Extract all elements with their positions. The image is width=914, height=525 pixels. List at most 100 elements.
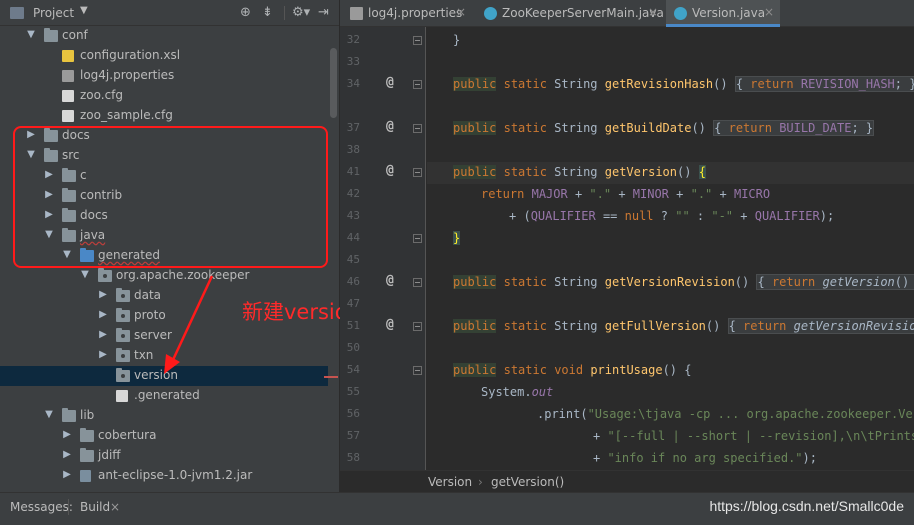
collapse-arrow-icon[interactable]: ▶: [98, 309, 108, 320]
tree-item-label: .generated: [134, 388, 200, 402]
annotation-highlight-box: [13, 126, 328, 268]
override-marker-icon[interactable]: @: [386, 119, 394, 134]
close-icon[interactable]: ×: [456, 5, 466, 19]
tree-item-label: zoo.cfg: [80, 88, 124, 102]
override-marker-icon[interactable]: @: [386, 317, 394, 332]
package-icon: [116, 348, 130, 362]
code-line: + "[--full | --short | --revision],\n\tP…: [593, 429, 914, 443]
package-icon: [116, 328, 130, 342]
close-icon[interactable]: ×: [764, 5, 774, 19]
tree-item-generated[interactable]: .generated: [0, 386, 328, 406]
fold-icon[interactable]: [413, 80, 422, 89]
code-line: .print("Usage:\tjava -cp ... org.apache.…: [537, 407, 914, 421]
tree-item-lib[interactable]: ▼ lib: [0, 406, 328, 426]
watermark: https://blog.csdn.net/Smallc0de: [709, 498, 904, 514]
fold-icon[interactable]: [413, 124, 422, 133]
class-icon: [484, 7, 497, 20]
fold-icon[interactable]: [413, 322, 422, 331]
line-number: 41: [346, 165, 360, 178]
collapse-arrow-icon[interactable]: ▶: [62, 469, 72, 480]
collapse-arrow-icon[interactable]: ▶: [62, 429, 72, 440]
tree-item-conf[interactable]: ▼ conf: [0, 26, 328, 46]
project-view-selector[interactable]: Project: [33, 6, 74, 20]
tree-item-configuration-xsl[interactable]: configuration.xsl: [0, 46, 328, 66]
line-number: 44: [346, 231, 360, 244]
selection-marker: [324, 376, 338, 378]
project-icon: [10, 7, 24, 19]
collapse-arrow-icon[interactable]: ▶: [98, 289, 108, 300]
code-line: public static void printUsage() {: [453, 363, 692, 377]
expand-arrow-icon[interactable]: ▼: [80, 269, 90, 280]
hide-panel-icon[interactable]: ⇥: [318, 5, 329, 20]
tree-item-zoo-cfg[interactable]: zoo.cfg: [0, 86, 328, 106]
line-number: 51: [346, 319, 360, 332]
tree-scrollbar[interactable]: [330, 48, 337, 118]
collapse-all-icon[interactable]: ⇟: [262, 5, 273, 20]
tab-build[interactable]: Build: [80, 500, 110, 514]
code-line: }: [453, 231, 461, 245]
line-number: 47: [346, 297, 360, 310]
tree-item-label: jdiff: [98, 448, 121, 462]
project-panel-header: Project ▼ ⊕ ⇟ ⚙▾ ⇥: [0, 0, 339, 26]
tree-item-jdiff[interactable]: ▶ jdiff: [0, 446, 328, 466]
code-line: public static String getFullVersion() { …: [427, 318, 914, 334]
package-icon: [98, 268, 112, 282]
editor-tabs: log4j.properties × ZooKeeperServerMain.j…: [340, 0, 914, 27]
collapse-arrow-icon[interactable]: ▶: [98, 329, 108, 340]
line-number: 46: [346, 275, 360, 288]
fold-icon[interactable]: [413, 366, 422, 375]
line-number: 57: [346, 429, 360, 442]
tree-item-ant-eclipse-1-0-jvm1-2-jar[interactable]: ▶ ant-eclipse-1.0-jvm1.2.jar: [0, 466, 328, 486]
fold-icon[interactable]: [413, 36, 422, 45]
tree-item-label: zoo_sample.cfg: [80, 108, 173, 122]
fold-icon[interactable]: [413, 168, 422, 177]
tab-label: ZooKeeperServerMain.java: [502, 6, 664, 20]
bottom-bar-divider: [68, 499, 69, 515]
annotation-arrow: [164, 275, 214, 374]
tree-item-zoo-sample-cfg[interactable]: zoo_sample.cfg: [0, 106, 328, 126]
code-line: }: [453, 33, 461, 47]
line-number: 58: [346, 451, 360, 464]
code-editor[interactable]: } public static String getRevisionHash() …: [427, 27, 914, 470]
tab-version-java[interactable]: Version.java ×: [666, 0, 780, 27]
collapse-arrow-icon[interactable]: ▶: [98, 349, 108, 360]
chevron-down-icon[interactable]: ▼: [80, 5, 88, 16]
tree-item-label: cobertura: [98, 428, 157, 442]
tab-zookeeperservermain[interactable]: ZooKeeperServerMain.java ×: [476, 0, 666, 27]
messages-label: Messages:: [10, 500, 73, 514]
code-line: return MAJOR + "." + MINOR + "." + MICRO: [481, 187, 771, 201]
tab-log4j-properties[interactable]: log4j.properties ×: [340, 0, 476, 27]
breadcrumb: Version › getVersion(): [340, 470, 914, 492]
breadcrumb-method[interactable]: getVersion(): [491, 475, 564, 489]
expand-arrow-icon[interactable]: ▼: [44, 409, 54, 420]
tool-window-bar: Messages: Build × https://blog.csdn.net/…: [0, 492, 914, 525]
locate-icon[interactable]: ⊕: [240, 5, 251, 20]
collapse-arrow-icon[interactable]: ▶: [62, 449, 72, 460]
close-icon[interactable]: ×: [110, 500, 120, 514]
fold-icon[interactable]: [413, 234, 422, 243]
line-number: 45: [346, 253, 360, 266]
code-line: System.out: [481, 385, 554, 399]
expand-arrow-icon[interactable]: ▼: [26, 29, 36, 40]
package-icon: [116, 288, 130, 302]
file-icon: [62, 110, 74, 122]
breadcrumb-class[interactable]: Version: [428, 475, 472, 489]
tree-item-label: lib: [80, 408, 95, 422]
tree-item-log4j-properties[interactable]: log4j.properties: [0, 66, 328, 86]
fold-icon[interactable]: [413, 278, 422, 287]
tab-label: Version.java: [692, 6, 766, 20]
gear-icon[interactable]: ⚙▾: [292, 5, 310, 20]
file-icon: [62, 90, 74, 102]
close-icon[interactable]: ×: [648, 5, 658, 19]
line-number: 56: [346, 407, 360, 420]
code-line: + (QUALIFIER == null ? "" : "-" + QUALIF…: [509, 209, 835, 223]
override-marker-icon[interactable]: @: [386, 163, 394, 178]
tree-item-label: ant-eclipse-1.0-jvm1.2.jar: [98, 468, 253, 482]
tree-item-cobertura[interactable]: ▶ cobertura: [0, 426, 328, 446]
line-number: 37: [346, 121, 360, 134]
tree-item-label: conf: [62, 28, 88, 42]
override-marker-icon[interactable]: @: [386, 75, 394, 90]
line-number: 50: [346, 341, 360, 354]
xsl-file-icon: [62, 50, 74, 62]
override-marker-icon[interactable]: @: [386, 273, 394, 288]
